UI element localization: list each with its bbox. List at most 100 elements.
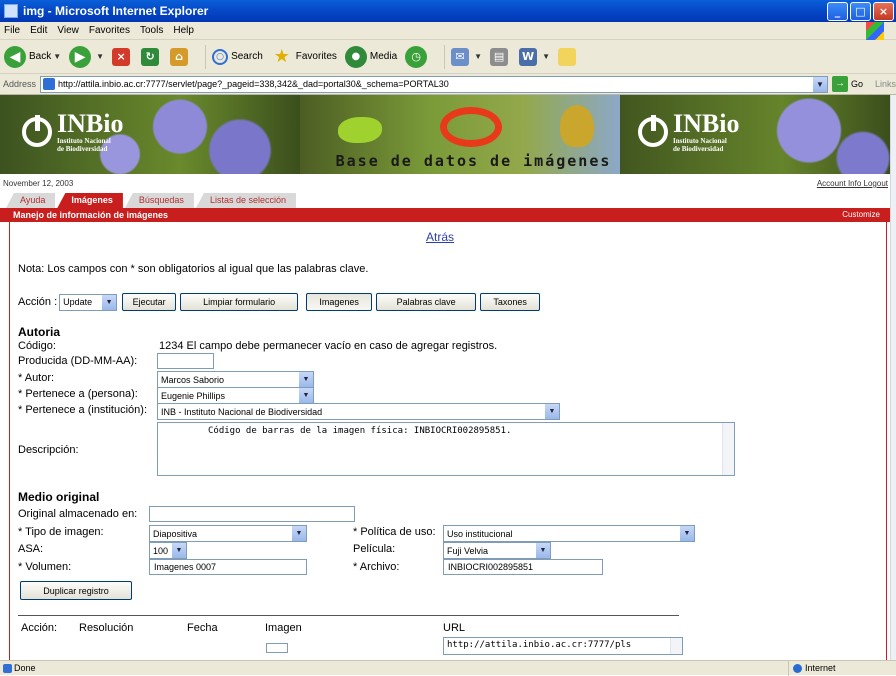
tipo-label: * Tipo de imagen: [18,526,104,538]
mail-button[interactable]: ✉ ▼ [451,47,482,66]
maximize-button[interactable]: □ [850,1,871,21]
folder-button[interactable] [557,47,579,66]
ejecutar-button[interactable]: Ejecutar [122,293,177,311]
back-button[interactable]: ◀ Back ▼ [4,45,61,68]
producida-input[interactable] [157,353,214,369]
duplicar-button[interactable]: Duplicar registro [20,581,132,600]
persona-value: Eugenie Phillips [161,390,226,401]
browser-toolbar: ◀ Back ▼ ▶ ▼ × ↻ ⌂ ○ Search ★ Favorites ● … [0,40,896,74]
divider [18,615,679,616]
action-select[interactable]: Update ▼ [59,293,118,311]
menu-favorites[interactable]: Favorites [89,25,130,36]
forward-arrow-icon: ▶ [69,45,92,68]
go-arrow-icon: → [831,76,848,92]
tab-bar: Ayuda Imágenes Búsquedas Listas de selec… [0,193,890,208]
logo-sub1: Instituto Nacional [673,137,727,145]
forward-button[interactable]: ▶ ▼ [69,45,104,68]
menu-file[interactable]: File [4,25,20,36]
stop-button[interactable]: × [112,47,133,66]
menu-help[interactable]: Help [173,25,194,36]
close-button[interactable]: × [873,1,894,21]
palabras-clave-button[interactable]: Palabras clave [376,293,477,311]
almacenado-input[interactable] [149,506,355,522]
address-bar: Address http://attila.inbio.ac.cr:7777/s… [0,74,896,95]
imagen-input[interactable] [266,643,288,653]
volumen-label: * Volumen: [18,561,72,573]
tab-imagenes[interactable]: Imágenes [57,193,123,208]
address-url: http://attila.inbio.ac.cr:7777/servlet/p… [58,79,449,89]
politica-select[interactable]: Uso institucional ▼ [443,525,695,542]
page-icon [43,78,56,90]
action-selected: Update [63,297,93,307]
menu-edit[interactable]: Edit [30,25,47,36]
asa-value: 100 [153,545,169,556]
mail-icon: ✉ [451,47,470,66]
volumen-input[interactable]: Imagenes 0007 [149,559,307,575]
links-label[interactable]: Links [875,79,896,89]
logo-sub1: Instituto Nacional [57,137,111,145]
toolbar-separator [205,44,207,69]
tipo-select[interactable]: Diapositiva ▼ [149,525,307,542]
imagenes-button[interactable]: Imagenes [306,293,373,311]
limpiar-button[interactable]: Limpiar formulario [180,293,299,311]
textarea-scrollbar[interactable] [670,638,682,654]
refresh-button[interactable]: ↻ [141,47,162,66]
customize-link[interactable]: Customize [842,208,880,222]
chevron-down-icon: ▼ [299,388,313,403]
autoria-heading: Autoria [18,325,60,339]
archivo-input[interactable]: INBIOCRI002895851 [443,559,603,575]
page-scrollbar[interactable] [890,95,896,660]
tipo-value: Diapositiva [153,528,198,539]
descripcion-label: Descripción: [18,444,79,456]
logo-word: INBio [673,109,740,138]
print-button[interactable]: ▤ [490,47,511,66]
tab-listas[interactable]: Listas de selección [195,193,296,208]
chevron-down-icon[interactable]: ▼ [812,76,827,92]
zone-label: Internet [805,663,836,673]
minimize-button[interactable]: _ [827,1,848,21]
search-button[interactable]: ○ Search [212,48,263,65]
stop-icon: × [112,47,131,66]
menu-view[interactable]: View [57,25,79,36]
account-links[interactable]: Account Info Logout [817,179,888,188]
taxones-button[interactable]: Taxones [480,293,541,311]
frog-image [338,117,382,143]
asa-select[interactable]: 100 ▼ [149,542,187,559]
institucion-select[interactable]: INB - Instituto Nacional de Biodiversida… [157,403,560,420]
logo-word: INBio [57,109,124,138]
persona-select[interactable]: Eugenie Phillips ▼ [157,387,314,404]
col-fecha: Fecha [187,622,218,634]
go-button[interactable]: → Go [831,76,863,92]
current-date: November 12, 2003 [3,179,74,188]
status-bar: Done Internet [0,660,896,676]
chevron-down-icon: ▼ [299,372,313,387]
home-button[interactable]: ⌂ [170,47,191,66]
pelicula-value: Fuji Velvia [447,545,489,556]
tab-busquedas[interactable]: Búsquedas [124,193,194,208]
pelicula-select[interactable]: Fuji Velvia ▼ [443,542,551,559]
address-input[interactable]: http://attila.inbio.ac.cr:7777/servlet/p… [40,75,828,93]
edit-button[interactable]: W ▼ [519,47,550,66]
col-url: URL [443,622,466,634]
back-link[interactable]: Atrás [426,230,454,244]
tab-ayuda[interactable]: Ayuda [6,193,56,208]
url-textarea[interactable]: http://attila.inbio.ac.cr:7777/pls [443,637,683,655]
go-label: Go [850,79,863,89]
star-icon: ★ [273,46,290,67]
autor-select[interactable]: Marcos Saborio ▼ [157,371,314,388]
autor-label: * Autor: [18,372,55,384]
descripcion-textarea[interactable]: Código de barras de la imagen física: IN… [157,422,735,476]
folder-icon [557,47,576,66]
textarea-scrollbar[interactable] [722,423,734,475]
page-viewport: INBio Instituto Nacional de Biodiversida… [0,95,890,660]
descripcion-value: Código de barras de la imagen física: IN… [208,426,512,436]
home-icon: ⌂ [170,47,189,66]
archivo-label: * Archivo: [353,561,400,573]
menu-tools[interactable]: Tools [140,25,163,36]
required-note: Nota: Los campos con * son obligatorios … [18,263,369,275]
media-button[interactable]: ● Media [344,45,397,68]
favorites-button[interactable]: ★ Favorites [271,46,337,68]
refresh-icon: ↻ [141,47,160,66]
history-button[interactable]: ◷ [405,45,430,68]
window-title-bar: img - Microsoft Internet Explorer _ □ × [0,0,896,22]
